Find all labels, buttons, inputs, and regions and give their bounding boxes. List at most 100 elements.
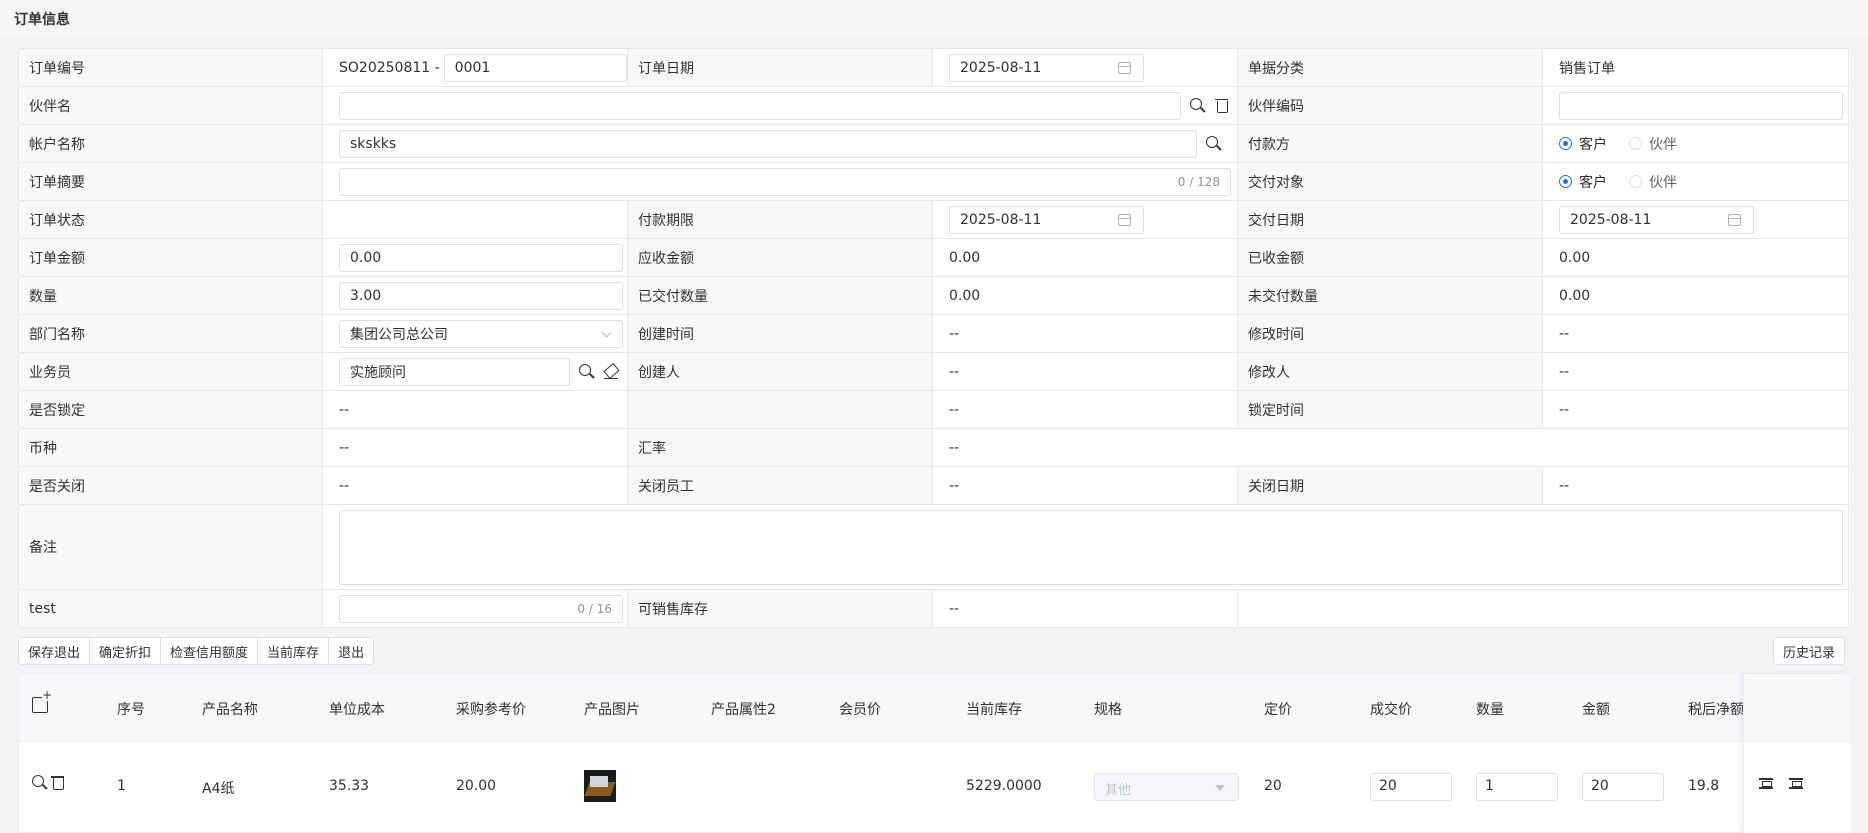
section-header: 订单信息 <box>0 0 1868 36</box>
closed-label: 是否关闭 <box>19 467 323 504</box>
delivery-date-label: 交付日期 <box>1238 201 1543 238</box>
row-amount-input[interactable]: 20 <box>1582 773 1664 801</box>
confirm-discount-button[interactable]: 确定折扣 <box>90 638 162 664</box>
delivery-radio-customer[interactable]: 客户 <box>1559 172 1607 192</box>
chevron-down-icon <box>601 327 612 337</box>
undelivered-qty-value: 0.00 <box>1543 277 1849 314</box>
payer-label: 付款方 <box>1238 125 1543 162</box>
payer-radio-group: 客户 伙伴 <box>1543 125 1849 162</box>
dept-select[interactable]: 集团公司总公司 <box>339 319 623 348</box>
dept-label: 部门名称 <box>19 315 323 352</box>
summary-label: 订单摘要 <box>19 163 323 200</box>
pay-term-picker[interactable]: 2025-08-11 <box>949 205 1144 234</box>
close-date-value: -- <box>1543 467 1849 504</box>
col-attr2: 产品属性2 <box>711 702 776 718</box>
save-exit-button[interactable]: 保存退出 <box>19 638 91 664</box>
receivable-value: 0.00 <box>933 239 1238 276</box>
created-time-label: 创建时间 <box>628 315 933 352</box>
calendar-icon <box>1728 213 1741 226</box>
search-icon[interactable] <box>1189 97 1207 115</box>
col-price: 定价 <box>1264 702 1292 718</box>
search-icon[interactable] <box>31 774 49 792</box>
delivered-qty-value: 0.00 <box>933 277 1238 314</box>
status-label: 订单状态 <box>19 201 323 238</box>
col-amount: 金额 <box>1582 702 1610 718</box>
cell-purchase-ref: 20.00 <box>456 778 497 794</box>
close-staff-label: 关闭员工 <box>628 467 933 504</box>
payer-radio-partner[interactable]: 伙伴 <box>1629 134 1677 154</box>
close-date-label: 关闭日期 <box>1238 467 1543 504</box>
receivable-label: 应收金额 <box>628 239 933 276</box>
test-counter: 0 / 16 <box>577 601 612 616</box>
partner-code-label: 伙伴编码 <box>1238 87 1543 124</box>
search-icon[interactable] <box>1205 135 1223 153</box>
summary-input[interactable]: 0 / 128 <box>339 167 1231 196</box>
trash-icon[interactable] <box>49 774 67 792</box>
creator-label: 创建人 <box>628 353 933 390</box>
eraser-icon[interactable] <box>602 363 620 381</box>
delivery-radio-group: 客户 伙伴 <box>1543 163 1849 200</box>
deal-price-input[interactable]: 20 <box>1370 773 1452 801</box>
col-stock: 当前库存 <box>966 702 1022 718</box>
remark-label: 备注 <box>19 505 323 589</box>
col-member-price: 会员价 <box>839 702 881 718</box>
current-stock-button[interactable]: 当前库存 <box>258 638 330 664</box>
closed-value: -- <box>323 467 628 504</box>
amount-input[interactable]: 0.00 <box>339 243 623 272</box>
qty-input[interactable]: 3.00 <box>339 281 623 310</box>
product-table: 序号 产品名称 单位成本 采购参考价 产品图片 产品属性2 会员价 当前库存 规… <box>18 673 1851 833</box>
history-button[interactable]: 历史记录 <box>1773 637 1846 665</box>
payer-radio-customer[interactable]: 客户 <box>1559 134 1607 154</box>
locked-value: -- <box>323 391 628 428</box>
test-input[interactable]: 0 / 16 <box>339 594 623 623</box>
blank-value: -- <box>933 391 1238 428</box>
cell-unit-cost: 35.33 <box>329 778 370 794</box>
col-purchase-ref: 采购参考价 <box>456 702 526 718</box>
col-unit-cost: 单位成本 <box>329 702 385 718</box>
row-qty-input[interactable]: 1 <box>1476 773 1558 801</box>
order-date-label: 订单日期 <box>628 49 933 86</box>
add-row-icon[interactable] <box>32 689 53 713</box>
order-no-input[interactable]: 0001 <box>443 53 627 82</box>
trash-icon[interactable] <box>1213 97 1231 115</box>
product-thumbnail[interactable] <box>584 770 616 802</box>
insert-below-icon[interactable] <box>1788 774 1804 790</box>
lock-time-label: 锁定时间 <box>1238 391 1543 428</box>
check-credit-button[interactable]: 检查信用额度 <box>161 638 259 664</box>
undelivered-qty-label: 未交付数量 <box>1238 277 1543 314</box>
order-no-prefix: SO20250811 - <box>339 59 440 76</box>
col-seq: 序号 <box>117 702 145 718</box>
order-date-picker[interactable]: 2025-08-11 <box>949 53 1144 82</box>
qty-label: 数量 <box>19 277 323 314</box>
received-label: 已收金额 <box>1238 239 1543 276</box>
doc-type-label: 单据分类 <box>1238 49 1543 86</box>
salesman-input[interactable]: 实施顾问 <box>339 357 570 386</box>
partner-name-input[interactable] <box>339 91 1181 120</box>
modified-time-label: 修改时间 <box>1238 315 1543 352</box>
account-name-label: 帐户名称 <box>19 125 323 162</box>
search-icon[interactable] <box>578 363 596 381</box>
cell-stock: 5229.0000 <box>966 778 1042 794</box>
calendar-icon <box>1118 213 1131 226</box>
remark-textarea[interactable] <box>339 509 1843 585</box>
cell-net: 19.8 <box>1688 778 1720 794</box>
fixed-action-column <box>1743 674 1851 833</box>
delivery-radio-partner[interactable]: 伙伴 <box>1629 172 1677 192</box>
rate-label: 汇率 <box>628 429 933 466</box>
col-image: 产品图片 <box>584 702 640 718</box>
section-title: 订单信息 <box>14 12 70 28</box>
received-value: 0.00 <box>1543 239 1849 276</box>
amount-label: 订单金额 <box>19 239 323 276</box>
exit-button[interactable]: 退出 <box>329 638 374 664</box>
modified-time-value: -- <box>1543 315 1849 352</box>
cell-seq: 1 <box>117 778 126 794</box>
modifier-value: -- <box>1543 353 1849 390</box>
calendar-icon <box>1118 61 1131 74</box>
table-header: 序号 产品名称 单位成本 采购参考价 产品图片 产品属性2 会员价 当前库存 规… <box>19 674 1851 742</box>
col-qty: 数量 <box>1476 702 1504 718</box>
partner-code-input[interactable] <box>1559 91 1843 120</box>
account-name-input[interactable]: skskks <box>339 129 1197 158</box>
insert-above-icon[interactable] <box>1758 774 1774 790</box>
order-no-label: 订单编号 <box>19 49 323 86</box>
delivery-date-picker[interactable]: 2025-08-11 <box>1559 205 1754 234</box>
